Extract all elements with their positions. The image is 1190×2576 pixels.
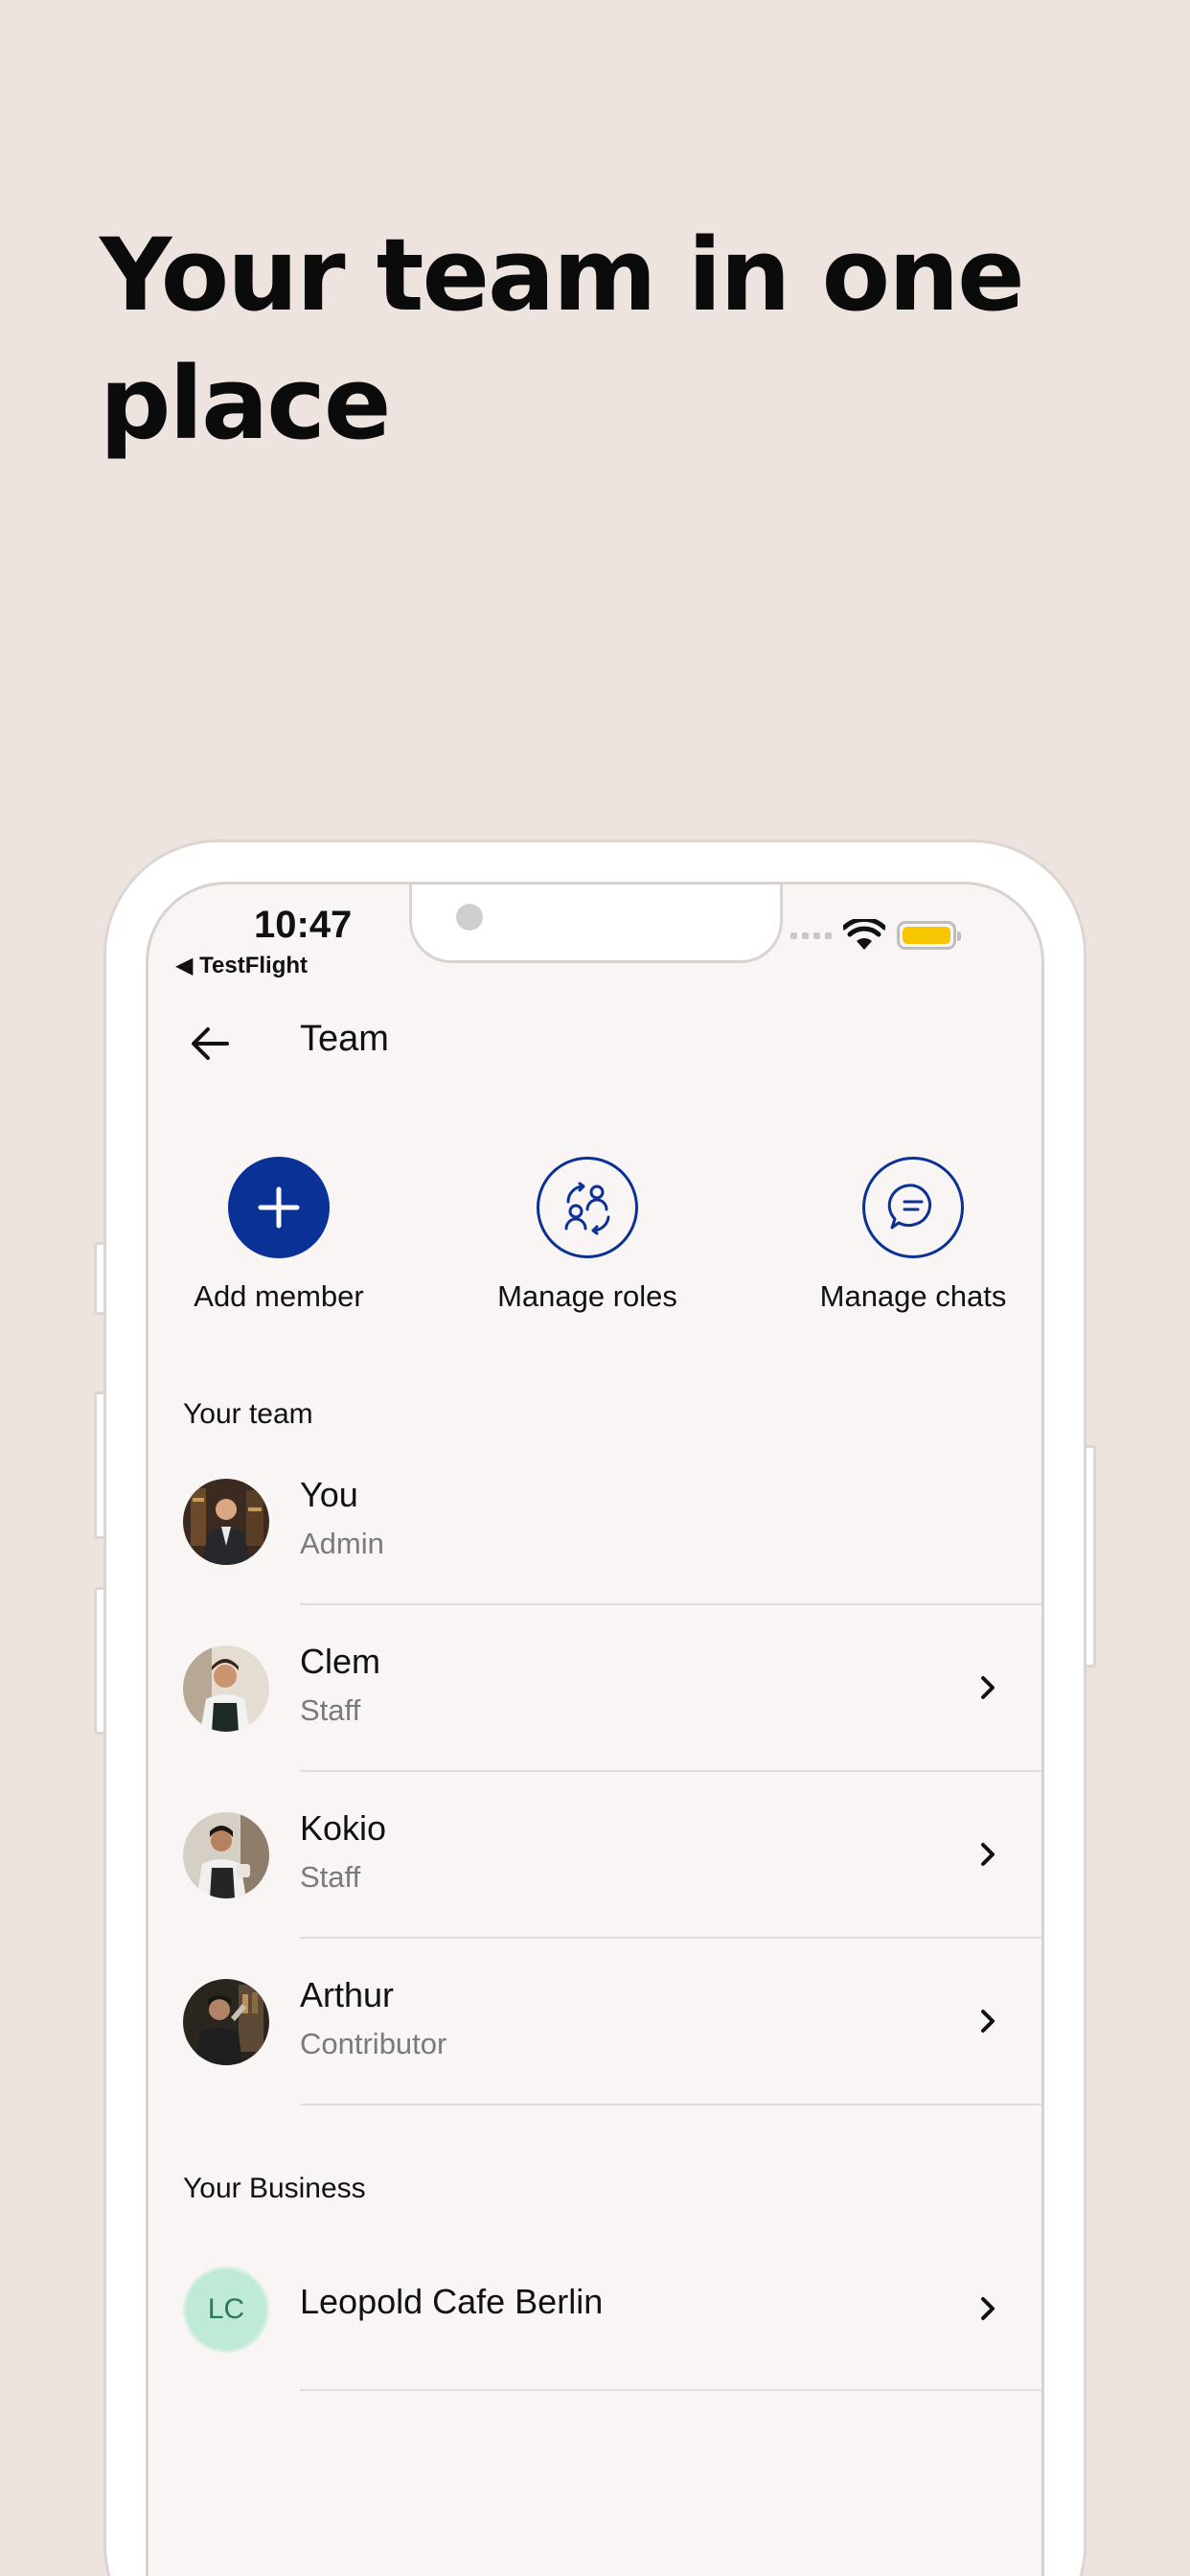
member-avatar [183,1979,269,2065]
plus-icon [228,1157,330,1258]
status-time: 10:47 [254,904,353,946]
battery-icon [897,921,961,950]
headline: Your team in one place [100,217,1025,462]
business-row[interactable]: LC Leopold Cafe Berlin [149,2220,1041,2391]
chevron-right-icon [981,1676,995,1699]
back-arrow-icon[interactable] [185,1019,235,1069]
chevron-right-icon [981,1843,995,1866]
volume-down-button [94,1587,103,1735]
business-initials: LC [183,2266,269,2353]
member-avatar [183,1812,269,1898]
member-role: Staff [300,1860,361,1894]
quick-actions: Add member Manage roles Manage chats [149,1157,1041,1320]
member-role: Staff [300,1693,361,1727]
manage-roles-button[interactable]: Manage roles [482,1157,693,1314]
chevron-right-icon [981,2010,995,2033]
team-member-row: You Admin [149,1438,1041,1605]
member-name: Arthur [300,1975,395,2014]
team-member-row[interactable]: Clem Staff [149,1605,1041,1772]
swap-users-icon [537,1157,638,1258]
team-member-row[interactable]: Arthur Contributor [149,1939,1041,2105]
chevron-right-icon [981,2297,995,2320]
add-member-button[interactable]: Add member [183,1157,375,1314]
volume-up-button [94,1392,103,1539]
status-indicators [790,919,961,952]
mute-switch [94,1242,103,1315]
phone-screen: 10:47 ◀ TestFlight Team Add member Manag… [146,882,1044,2576]
team-member-row[interactable]: Kokio Staff [149,1772,1041,1939]
camera-icon [456,904,483,931]
wifi-icon [843,919,885,950]
manage-chats-label: Manage chats [819,1279,1007,1313]
business-avatar: LC [183,2266,269,2353]
manage-chats-button[interactable]: Manage chats [808,1157,1018,1314]
member-avatar [183,1645,269,1732]
member-name: Kokio [300,1808,387,1848]
member-role: Admin [300,1527,384,1560]
member-name: Clem [300,1642,381,1681]
signal-icon [790,932,832,939]
power-button [1087,1445,1096,1668]
member-role: Contributor [300,2027,447,2060]
page-title: Team [300,1019,389,1059]
team-section-title: Your team [183,1398,313,1430]
row-divider [300,2104,1041,2105]
business-name: Leopold Cafe Berlin [300,2282,604,2321]
row-divider [300,2389,1041,2391]
manage-roles-label: Manage roles [497,1279,677,1313]
chat-bubble-icon [862,1157,964,1258]
member-name: You [300,1475,358,1514]
testflight-back-link[interactable]: ◀ TestFlight [175,952,308,979]
member-avatar [183,1479,269,1565]
business-section-title: Your Business [183,2173,366,2204]
notch [409,885,783,963]
add-member-label: Add member [194,1279,364,1313]
